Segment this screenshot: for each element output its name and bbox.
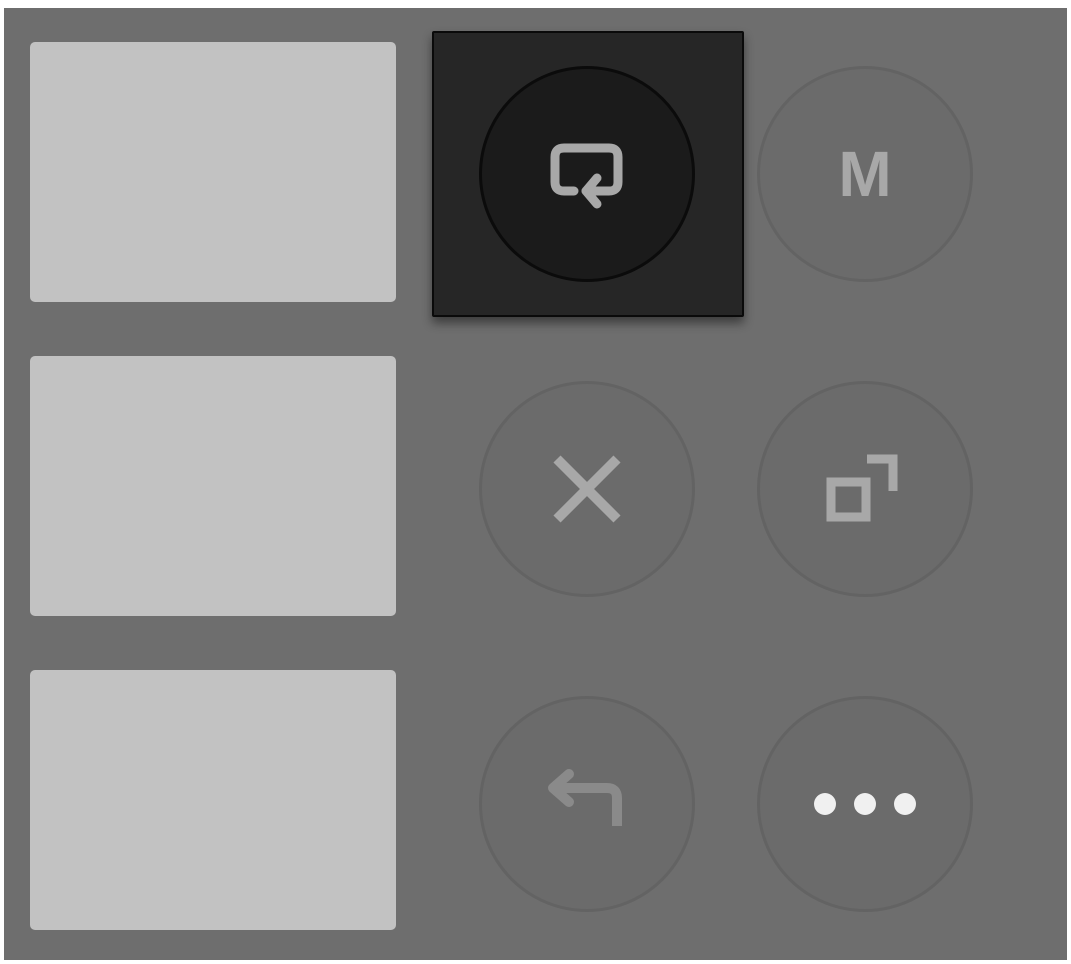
button-panel: M bbox=[4, 8, 1067, 960]
close-icon bbox=[547, 449, 627, 529]
more-dots-icon bbox=[805, 784, 925, 824]
pad-slot-2[interactable] bbox=[30, 356, 396, 616]
pad-slot-1[interactable] bbox=[30, 42, 396, 302]
duplicate-icon bbox=[825, 449, 905, 529]
mute-button[interactable]: M bbox=[757, 66, 973, 282]
duplicate-button[interactable] bbox=[757, 381, 973, 597]
more-button[interactable] bbox=[757, 696, 973, 912]
return-arrow-icon bbox=[537, 764, 637, 844]
pad-slot-3[interactable] bbox=[30, 670, 396, 930]
close-button[interactable] bbox=[479, 381, 695, 597]
mute-label: M bbox=[838, 138, 892, 210]
return-button[interactable] bbox=[479, 696, 695, 912]
loop-icon bbox=[542, 134, 632, 214]
loop-button[interactable] bbox=[479, 66, 695, 282]
